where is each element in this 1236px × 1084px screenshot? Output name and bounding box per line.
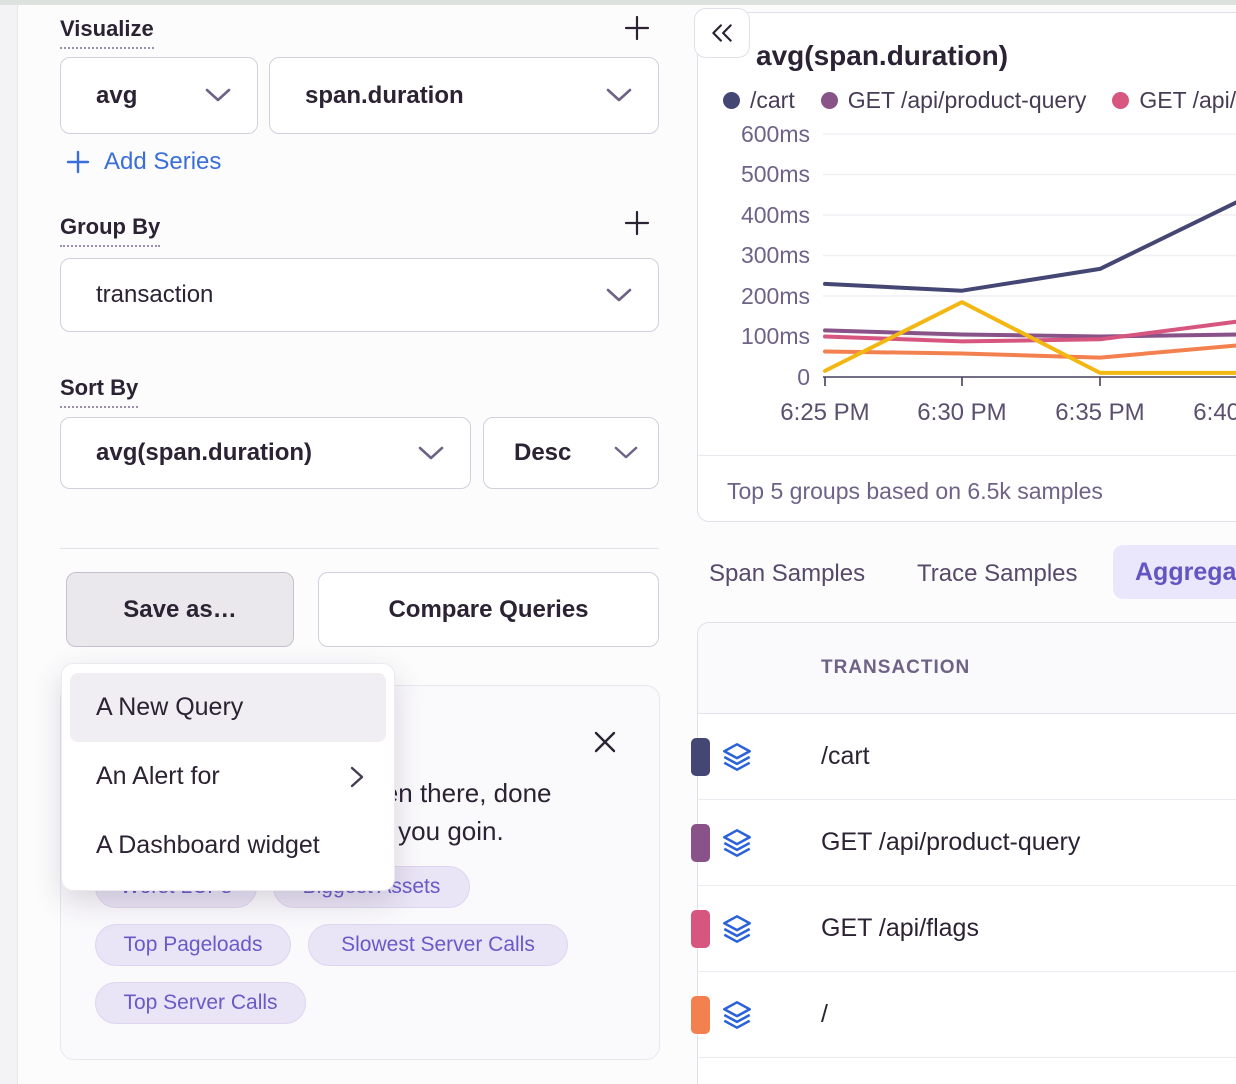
chevron-down-icon <box>205 88 231 103</box>
chart-line <box>825 345 1236 357</box>
group-by-value: transaction <box>96 281 213 309</box>
close-icon <box>590 727 620 757</box>
suggested-query-chip[interactable]: Slowest Server Calls <box>308 924 568 966</box>
table-row[interactable]: GET /api/product-query <box>698 800 1236 886</box>
series-color-bar <box>691 824 710 862</box>
gridlines <box>823 134 1236 337</box>
chevron-right-icon <box>350 765 364 789</box>
save-as-menu: A New Query An Alert for A Dashboard wid… <box>61 663 395 891</box>
chevron-down-icon <box>606 88 632 103</box>
x-axis <box>823 377 1236 386</box>
suggested-query-chip[interactable]: Top Pageloads <box>95 924 291 966</box>
aggregate-select[interactable]: avg <box>60 57 258 134</box>
stack-icon <box>722 914 752 944</box>
tab-aggregates[interactable]: Aggregates <box>1113 545 1236 599</box>
table-row[interactable]: /cart <box>698 714 1236 800</box>
table-row[interactable]: GET /api/flags <box>698 886 1236 972</box>
chevron-down-icon <box>606 288 632 303</box>
menu-item-new-query[interactable]: A New Query <box>70 673 386 742</box>
plus-icon <box>66 150 90 174</box>
chart-footer-text: Top 5 groups based on 6.5k samples <box>727 478 1103 505</box>
series-color-bar <box>691 738 710 776</box>
plus-icon <box>623 209 651 237</box>
compare-queries-button[interactable]: Compare Queries <box>318 572 659 647</box>
chevron-down-icon <box>418 446 444 461</box>
line-chart <box>697 12 1236 522</box>
double-chevron-left-icon <box>709 20 735 46</box>
tab-span-samples[interactable]: Span Samples <box>709 560 865 588</box>
menu-item-dashboard-widget[interactable]: A Dashboard widget <box>70 811 386 880</box>
sort-by-label: Sort By <box>60 375 138 408</box>
transaction-name: /cart <box>821 742 870 771</box>
menu-item-label: An Alert for <box>96 762 220 791</box>
sort-direction-value: Desc <box>514 439 571 467</box>
menu-item-alert[interactable]: An Alert for <box>70 742 386 811</box>
field-select[interactable]: span.duration <box>269 57 659 134</box>
left-gutter <box>0 5 18 1084</box>
add-visualize-button[interactable] <box>622 13 652 43</box>
group-by-label: Group By <box>60 214 160 247</box>
transaction-name: / <box>821 1000 828 1029</box>
add-group-by-button[interactable] <box>622 208 652 238</box>
top-edge-strip <box>0 0 1236 5</box>
table-header-transaction[interactable]: TRANSACTION <box>698 623 1236 714</box>
chevron-down-icon <box>614 446 638 460</box>
column-header-label: TRANSACTION <box>821 657 970 679</box>
series-color-bar <box>691 996 710 1034</box>
visualize-label: Visualize <box>60 16 154 49</box>
collapse-panel-button[interactable] <box>694 8 750 58</box>
table-row[interactable]: / <box>698 972 1236 1058</box>
aggregates-table: TRANSACTION /cart GET /api/product-query… <box>697 622 1236 1084</box>
x-axis-tick: 6:35 PM <box>1045 398 1155 428</box>
sort-by-select[interactable]: avg(span.duration) <box>60 417 471 489</box>
stack-icon <box>722 1000 752 1030</box>
sort-by-value: avg(span.duration) <box>96 439 312 467</box>
callout-close-button[interactable] <box>590 727 620 757</box>
menu-item-label: A New Query <box>96 693 243 722</box>
sort-direction-select[interactable]: Desc <box>483 417 659 489</box>
table-row-partial[interactable] <box>698 1058 1236 1084</box>
aggregate-value: avg <box>96 82 137 110</box>
stack-icon <box>722 742 752 772</box>
add-series-label: Add Series <box>104 148 221 176</box>
x-axis-tick: 6:30 PM <box>907 398 1017 428</box>
plus-icon <box>623 14 651 42</box>
transaction-name: GET /api/flags <box>821 914 979 943</box>
field-value: span.duration <box>305 82 464 110</box>
transaction-name: GET /api/product-query <box>821 828 1080 857</box>
series-color-bar <box>691 910 710 948</box>
section-divider <box>60 548 659 549</box>
group-by-select[interactable]: transaction <box>60 258 659 332</box>
menu-item-label: A Dashboard widget <box>96 831 320 860</box>
x-axis-tick: 6:25 PM <box>770 398 880 428</box>
tab-trace-samples[interactable]: Trace Samples <box>917 560 1078 588</box>
chart-footer-divider <box>698 455 1236 456</box>
add-series-button[interactable]: Add Series <box>66 148 221 176</box>
stack-icon <box>722 828 752 858</box>
suggested-query-chip[interactable]: Top Server Calls <box>95 982 306 1024</box>
x-axis-tick: 6:40 PM <box>1183 398 1236 428</box>
save-as-button[interactable]: Save as… <box>66 572 294 647</box>
